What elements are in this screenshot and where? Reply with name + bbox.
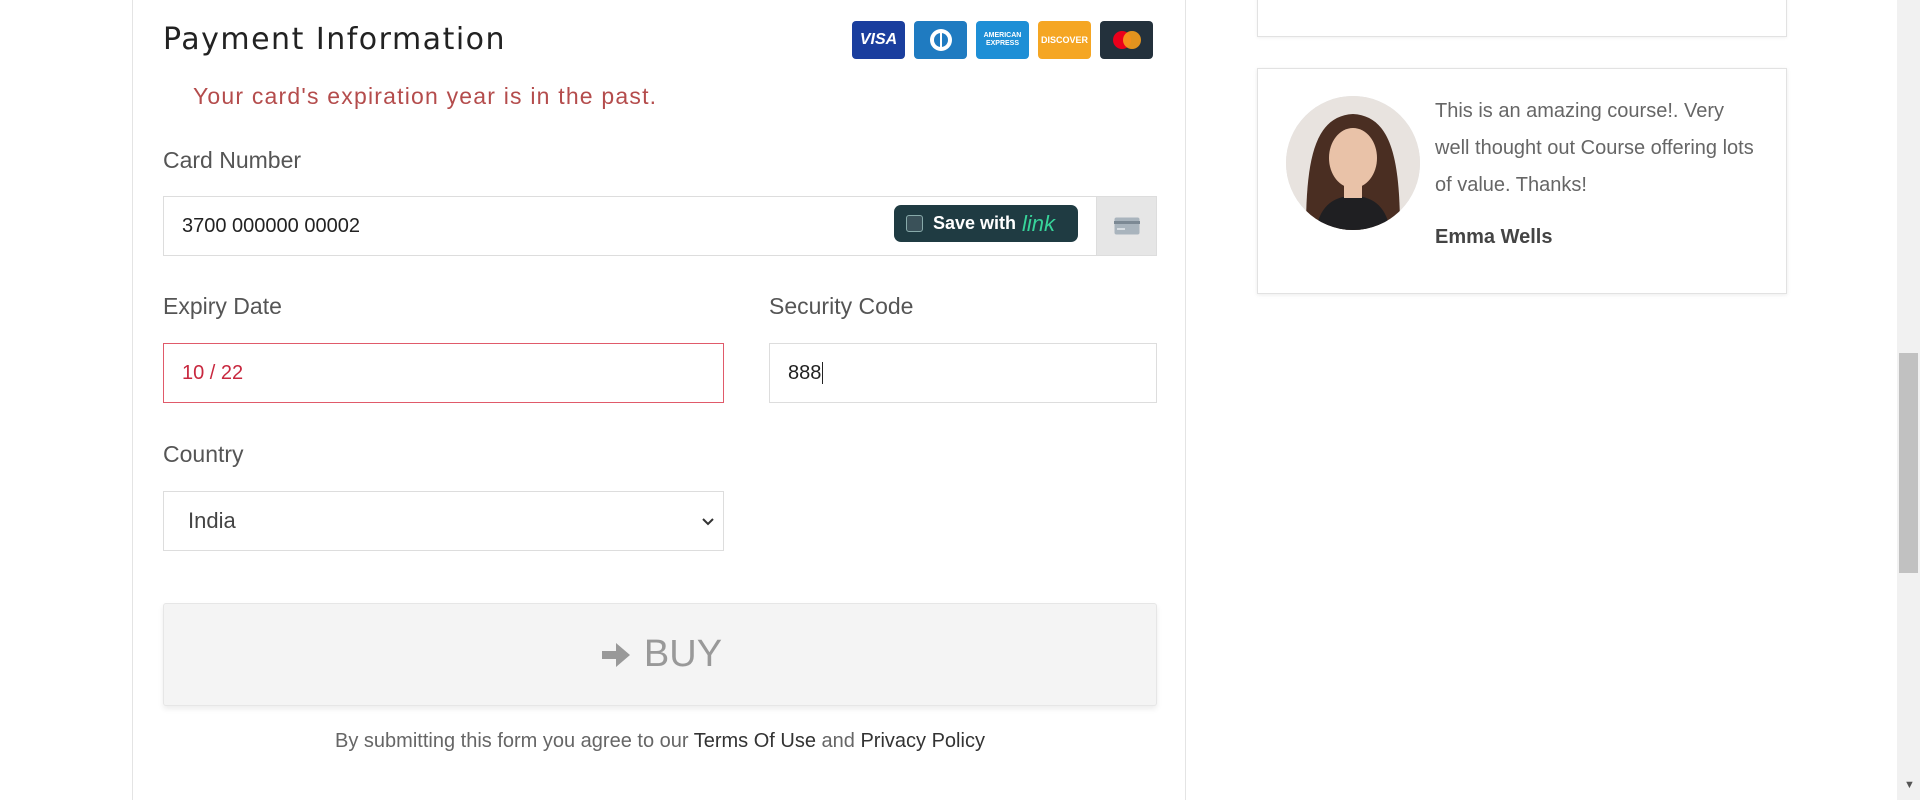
country-label: Country	[163, 441, 244, 467]
error-message: Your card's expiration year is in the pa…	[193, 83, 658, 109]
text-cursor	[822, 362, 824, 384]
amex-icon: AMERICAN EXPRESS	[976, 21, 1029, 59]
buy-label: BUY	[643, 633, 723, 675]
credit-card-icon	[1113, 217, 1140, 235]
expiry-date-input[interactable]: 10 / 22	[163, 343, 724, 403]
arrow-right-icon	[601, 642, 630, 667]
testimonial-author: Emma Wells	[1435, 226, 1553, 248]
card-logos: VISA AMERICAN EXPRESS DISCOVER	[852, 21, 1153, 59]
visa-icon: VISA	[852, 21, 905, 59]
country-select[interactable]: India	[163, 491, 724, 551]
mastercard-icon	[1100, 21, 1153, 59]
security-code-label: Security Code	[769, 293, 914, 319]
page-scrollbar[interactable]: ▼	[1897, 0, 1920, 800]
security-code-input[interactable]: 888	[769, 343, 1157, 403]
scroll-down-arrow-icon[interactable]: ▼	[1904, 779, 1915, 791]
terms-of-use-link[interactable]: Terms Of Use	[694, 730, 816, 752]
buy-button[interactable]: BUY	[163, 603, 1157, 706]
link-brand: link	[1022, 210, 1056, 236]
expiry-date-label: Expiry Date	[163, 293, 282, 319]
testimonial-card: This is an amazing course!. Very well th…	[1257, 68, 1787, 294]
card-number-label: Card Number	[163, 147, 302, 173]
privacy-policy-link[interactable]: Privacy Policy	[860, 730, 984, 752]
scrollbar-thumb[interactable]	[1899, 353, 1918, 573]
link-button-label: Save with	[933, 213, 1017, 233]
expiry-date-value: 10 / 22	[182, 361, 244, 384]
card-number-value: 3700 000000 00002	[182, 214, 360, 237]
save-with-link-button[interactable]: Save with link	[894, 205, 1078, 242]
terms-notice: By submitting this form you agree to our…	[163, 730, 1157, 753]
country-value: India	[188, 508, 236, 533]
security-code-value: 888	[788, 361, 822, 384]
sidebar-card-top	[1257, 0, 1787, 37]
discover-icon: DISCOVER	[1038, 21, 1091, 59]
chevron-down-icon	[702, 518, 714, 526]
page-title: Payment Information	[163, 22, 507, 57]
diners-club-icon	[914, 21, 967, 59]
avatar	[1286, 96, 1420, 230]
card-type-indicator	[1096, 196, 1157, 256]
testimonial-quote: This is an amazing course!. Very well th…	[1435, 100, 1754, 196]
terms-middle: and	[815, 730, 861, 752]
terms-prefix: By submitting this form you agree to our	[335, 730, 694, 752]
link-checkbox[interactable]	[906, 215, 923, 232]
